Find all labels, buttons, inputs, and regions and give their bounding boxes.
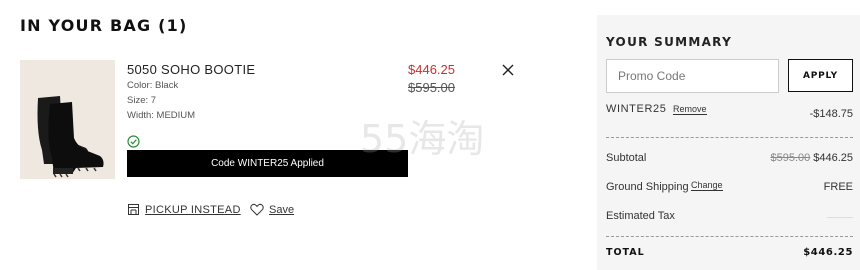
divider	[606, 137, 853, 138]
code-discount-amount: -$148.75	[809, 108, 853, 120]
shipping-label: Ground Shipping	[606, 181, 689, 193]
apply-promo-button[interactable]: APPLY	[788, 59, 853, 92]
shipping-value: FREE	[823, 181, 853, 193]
total-label: TOTAL	[606, 247, 645, 258]
sale-price: $446.25	[408, 62, 455, 77]
pickup-instead-link[interactable]: PICKUP INSTEAD	[127, 203, 241, 216]
remove-item-button[interactable]	[500, 62, 516, 78]
promo-code-input[interactable]	[606, 59, 779, 93]
pickup-instead-label[interactable]: PICKUP INSTEAD	[145, 204, 241, 216]
product-size: Size: 7	[127, 95, 157, 106]
tax-value-placeholder	[827, 217, 853, 218]
bag-title: IN YOUR BAG (1)	[20, 16, 188, 35]
change-shipping-link[interactable]: Change	[691, 180, 723, 191]
subtotal-label: Subtotal	[606, 152, 647, 164]
save-label[interactable]: Save	[269, 204, 294, 216]
product-image[interactable]	[20, 60, 115, 179]
applied-code-name: WINTER25	[606, 103, 667, 115]
order-summary-panel: YOUR SUMMARY APPLY WINTER25 Remove -$148…	[597, 15, 860, 270]
save-for-later-link[interactable]: Save	[250, 203, 294, 216]
heart-icon	[250, 203, 264, 216]
product-width: Width: MEDIUM	[127, 110, 196, 121]
original-price: $595.00	[408, 80, 455, 95]
store-icon	[128, 204, 139, 215]
watermark: 55海淘	[360, 117, 485, 161]
boot-icon	[37, 96, 104, 178]
subtotal-value-group: $595.00 $446.25	[770, 152, 853, 164]
check-circle-icon	[127, 135, 140, 148]
remove-code-link[interactable]: Remove	[673, 104, 707, 115]
close-icon	[502, 64, 514, 76]
subtotal-original: $595.00	[770, 152, 811, 164]
product-name[interactable]: 5050 SOHO BOOTIE	[127, 62, 255, 77]
subtotal-value: $446.25	[813, 152, 853, 164]
total-value: $446.25	[803, 247, 853, 258]
divider	[606, 236, 853, 237]
tax-label: Estimated Tax	[606, 210, 675, 222]
product-color: Color: Black	[127, 80, 179, 91]
summary-title: YOUR SUMMARY	[606, 35, 733, 49]
